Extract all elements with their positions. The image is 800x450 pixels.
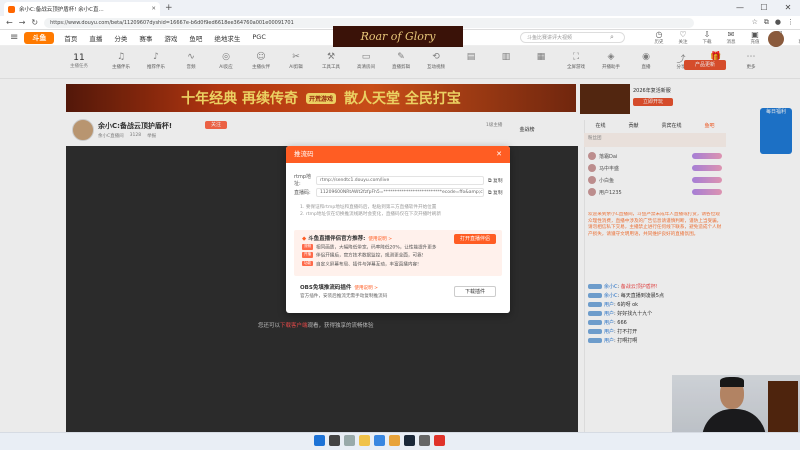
stream-tips: 1. 要保证和rtmp地址和直播码后，粘贴到第三方直播软件开始位置 2. rtm…: [300, 205, 441, 217]
close-tab-icon[interactable]: ✕: [151, 6, 156, 12]
more-icon[interactable]: ⋮: [787, 18, 794, 27]
nav-home[interactable]: 首页: [64, 33, 77, 43]
fish-icon: ◆: [302, 236, 307, 242]
browser-tab[interactable]: 余小C:备战云顶护盾杯! 余小C直... ✕: [4, 2, 160, 16]
history-button[interactable]: ◷ 历史: [650, 30, 668, 45]
forward-icon[interactable]: →: [19, 18, 26, 27]
wallet-icon: ▣: [751, 30, 759, 39]
rtmp-field[interactable]: rtmp://sendtc1.douyu.com/live: [316, 175, 484, 185]
user-avatar[interactable]: [768, 31, 784, 47]
file-explorer-icon[interactable]: [359, 435, 370, 446]
companion-promo: ◆ 斗鱼直播伴侣官方推荐: 使用说明 > 打开直播伴侣 流畅 相同画质，大幅降低带宽…: [294, 230, 502, 276]
window-controls: — ☐ ✕: [728, 0, 800, 16]
history-icon: ◷: [655, 30, 663, 39]
taskbar-icons: [314, 435, 445, 446]
browser-toolbar: ☆ ⧉ ● ⋮: [752, 18, 794, 27]
windows-start-icon[interactable]: [314, 435, 325, 446]
douyu-icon[interactable]: [434, 435, 445, 446]
profile-icon[interactable]: ●: [775, 18, 781, 27]
top-nav: 首页 直播 分类 赛事 游戏 鱼吧 绝地求生 PGC: [64, 33, 266, 43]
task-view-icon[interactable]: [344, 435, 355, 446]
search-taskbar-icon[interactable]: [329, 435, 340, 446]
promo-title: ◆ 斗鱼直播伴侣官方推荐: 使用说明 >: [302, 236, 393, 242]
site-favicon-icon: [8, 5, 15, 13]
nav-fishbar[interactable]: 鱼吧: [189, 33, 202, 43]
download-button[interactable]: ⇩ 下载: [698, 30, 716, 45]
nav-games[interactable]: 游戏: [164, 33, 177, 43]
minimize-icon[interactable]: —: [728, 0, 752, 16]
heart-icon: ♡: [679, 30, 687, 39]
obs-plugin-desc: 官方插件，安装后推流无需手动复制推流码: [300, 294, 388, 299]
recharge-button[interactable]: ▣ 充值: [746, 30, 764, 45]
message-button[interactable]: ✉ 消息: [722, 30, 740, 45]
nav-live[interactable]: 直播: [89, 33, 102, 43]
dialog-header: 推流码 ✕: [286, 146, 510, 163]
star-icon[interactable]: ☆: [752, 18, 758, 27]
close-window-icon[interactable]: ✕: [776, 0, 800, 16]
menu-icon[interactable]: ≡: [10, 32, 18, 43]
copy-icon: ⧉: [488, 178, 492, 184]
steam-icon[interactable]: [404, 435, 415, 446]
nav-category[interactable]: 分类: [114, 33, 127, 43]
copy-icon: ⧉: [488, 191, 492, 196]
new-tab-icon[interactable]: +: [165, 3, 173, 13]
stream-key-dialog: 推流码 ✕ rtmp地址: rtmp://sendtc1.douyu.com/l…: [286, 146, 510, 313]
close-icon[interactable]: ✕: [496, 146, 502, 163]
open-companion-button[interactable]: 打开直播伴侣: [454, 234, 496, 244]
obs-help-link[interactable]: 使用说明 >: [354, 286, 378, 291]
code-row: 直播码: 11209600NRtAWt2fzfpFh5=************…: [294, 188, 503, 197]
crown-icon: ♛: [794, 30, 800, 39]
promo-help-link[interactable]: 使用说明 >: [368, 237, 392, 242]
obs-icon[interactable]: [419, 435, 430, 446]
extensions-icon[interactable]: ⧉: [764, 18, 769, 27]
nav-events[interactable]: 赛事: [139, 33, 152, 43]
tab-title: 余小C:备战云顶护盾杯! 余小C直...: [19, 7, 104, 13]
chrome-icon[interactable]: [389, 435, 400, 446]
download-plugin-button[interactable]: 下载插件: [454, 286, 496, 297]
dialog-title: 推流码: [294, 150, 314, 158]
stream-code-field[interactable]: 11209600NRtAWt2fzfpFh5=*****************…: [316, 188, 484, 197]
game-banner[interactable]: Roar of Glory: [333, 26, 463, 48]
reload-icon[interactable]: ↻: [31, 18, 38, 27]
copy-rtmp-button[interactable]: ⧉ 复制: [488, 177, 503, 184]
rtmp-row: rtmp地址: rtmp://sendtc1.douyu.com/live ⧉ …: [294, 174, 503, 187]
site-logo[interactable]: 斗鱼: [24, 31, 55, 44]
message-icon: ✉: [727, 30, 735, 39]
nav-pgc[interactable]: PGC: [252, 33, 266, 43]
level-button[interactable]: ♛壮士: [794, 30, 800, 45]
promo-features: 流畅 相同画质，大幅降低带宽，码率降低20%，让性能提升更多 开播 伴侣开播后，官方…: [302, 244, 437, 267]
nav-pubg[interactable]: 绝地求生: [214, 33, 240, 43]
follow-list-button[interactable]: ♡ 关注: [674, 30, 692, 45]
download-icon: ⇩: [703, 30, 711, 39]
maximize-icon[interactable]: ☐: [752, 0, 776, 16]
search-icon[interactable]: ⌕: [610, 33, 614, 42]
back-icon[interactable]: ←: [6, 18, 13, 27]
obs-plugin-title: OBS免填推流码插件 使用说明 >: [300, 285, 379, 291]
edge-icon[interactable]: [374, 435, 385, 446]
copy-code-button[interactable]: ⧉ 复制: [488, 189, 503, 196]
